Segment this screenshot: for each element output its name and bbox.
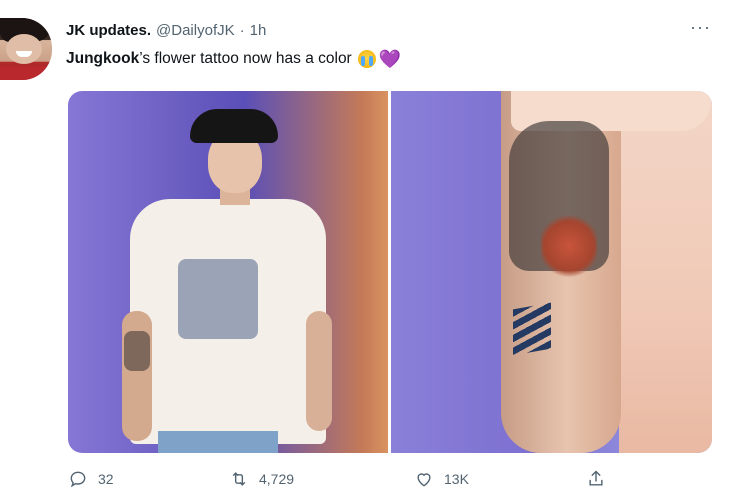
tweet-text-bold: Jungkook	[66, 50, 140, 67]
bucket-hat	[190, 109, 278, 143]
tweet-header: JK updates. @DailyofJK · 1h	[66, 22, 266, 39]
tweet-time[interactable]: 1h	[250, 22, 267, 39]
purple-heart-emoji-icon: 💜	[378, 49, 402, 69]
share-button[interactable]	[586, 469, 606, 489]
reply-button[interactable]: 32	[68, 469, 114, 489]
shirt-print	[178, 259, 258, 339]
header-separator: ·	[239, 22, 245, 39]
author-handle[interactable]: @DailyofJK	[156, 22, 235, 39]
figure-jeans	[158, 431, 278, 453]
media-image-stage-photo[interactable]	[68, 91, 388, 453]
avatar[interactable]	[0, 18, 52, 80]
crying-face-emoji-icon	[357, 50, 376, 68]
arm-tattoo	[124, 331, 150, 371]
share-icon	[589, 470, 603, 486]
author-name[interactable]: JK updates.	[66, 22, 151, 39]
tweet-actions: 32 4,729 13K	[68, 469, 628, 495]
speech-bubble-icon	[70, 471, 86, 488]
figure-right-arm	[306, 311, 332, 431]
like-button[interactable]: 13K	[414, 469, 469, 489]
tweet-text-rest: ’s flower tattoo now has a color	[139, 50, 352, 67]
avatar-shirt	[0, 66, 52, 80]
flower-tattoo	[541, 211, 597, 281]
retweet-count: 4,729	[259, 471, 295, 487]
heart-icon	[417, 473, 431, 487]
tweet-text: Jungkook ’s flower tattoo now has a colo…	[66, 50, 401, 68]
avatar-face	[6, 34, 42, 64]
media-image-tattoo-closeup[interactable]	[391, 91, 712, 453]
garment-fabric	[619, 91, 712, 453]
tweet-media	[68, 91, 712, 453]
stripes-tattoo	[513, 302, 551, 356]
retweet-icon	[232, 472, 246, 486]
more-dots-icon[interactable]: ···	[690, 18, 711, 36]
retweet-button[interactable]: 4,729	[229, 469, 294, 489]
tweet-card[interactable]: JK updates. @DailyofJK · 1h ··· Jungkook…	[0, 0, 750, 500]
like-count: 13K	[444, 471, 469, 487]
reply-count: 32	[98, 471, 114, 487]
